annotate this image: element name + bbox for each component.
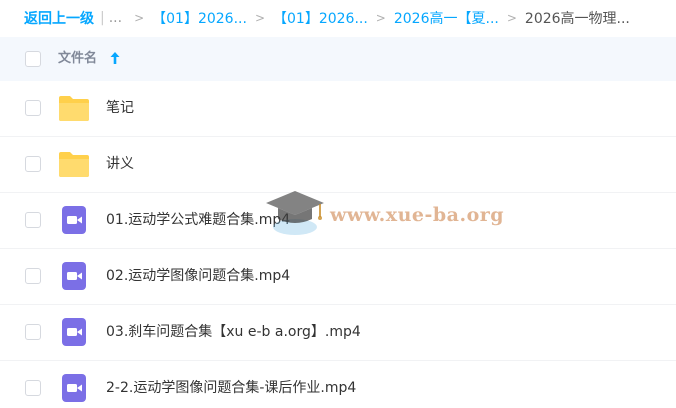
row-checkbox[interactable] [25, 268, 41, 284]
list-item[interactable]: 2-2.运动学图像问题合集-课后作业.mp4 [0, 361, 676, 408]
breadcrumb-more[interactable]: ... [109, 10, 122, 26]
back-link[interactable]: 返回上一级 [24, 8, 94, 28]
video-file-icon [62, 262, 86, 290]
breadcrumb-item[interactable]: 【01】2026... [152, 8, 247, 28]
file-name[interactable]: 笔记 [106, 99, 134, 117]
list-item[interactable]: 笔记 [0, 81, 676, 137]
list-item[interactable]: 01.运动学公式难题合集.mp4 [0, 193, 676, 249]
folder-icon [59, 152, 89, 177]
breadcrumb-separator: > [254, 11, 265, 25]
file-name[interactable]: 02.运动学图像问题合集.mp4 [106, 267, 290, 285]
arrow-up-icon[interactable] [109, 49, 121, 67]
breadcrumb-item[interactable]: 2026高一【夏... [394, 8, 499, 28]
list-item[interactable]: 讲义 [0, 137, 676, 193]
list-item[interactable]: 03.刹车问题合集【xu e-b a.org】.mp4 [0, 305, 676, 361]
breadcrumb-separator: > [134, 11, 145, 25]
row-checkbox[interactable] [25, 212, 41, 228]
file-name[interactable]: 讲义 [106, 155, 134, 173]
breadcrumb: 返回上一级 | ... > 【01】2026... > 【01】2026... … [0, 0, 676, 36]
breadcrumb-item[interactable]: 【01】2026... [273, 8, 368, 28]
file-name[interactable]: 2-2.运动学图像问题合集-课后作业.mp4 [106, 379, 356, 397]
row-checkbox[interactable] [25, 324, 41, 340]
breadcrumb-separator: > [506, 11, 517, 25]
file-list: 笔记 讲义 01.运动学公式难题合集.mp4 02.运动学图像问题合集.mp4 … [0, 81, 676, 408]
breadcrumb-separator: > [375, 11, 386, 25]
row-checkbox[interactable] [25, 156, 41, 172]
column-header-filename[interactable]: 文件名 [58, 51, 97, 67]
table-header: 文件名 [0, 37, 676, 81]
list-item[interactable]: 02.运动学图像问题合集.mp4 [0, 249, 676, 305]
file-name[interactable]: 03.刹车问题合集【xu e-b a.org】.mp4 [106, 323, 361, 341]
video-file-icon [62, 374, 86, 402]
file-name[interactable]: 01.运动学公式难题合集.mp4 [106, 211, 290, 229]
breadcrumb-current: 2026高一物理... [524, 11, 630, 27]
video-file-icon [62, 318, 86, 346]
folder-icon [59, 96, 89, 121]
file-browser: 返回上一级 | ... > 【01】2026... > 【01】2026... … [0, 0, 676, 408]
breadcrumb-divider: | [100, 10, 105, 26]
row-checkbox[interactable] [25, 380, 41, 396]
select-all-checkbox[interactable] [25, 51, 41, 67]
video-file-icon [62, 206, 86, 234]
row-checkbox[interactable] [25, 100, 41, 116]
